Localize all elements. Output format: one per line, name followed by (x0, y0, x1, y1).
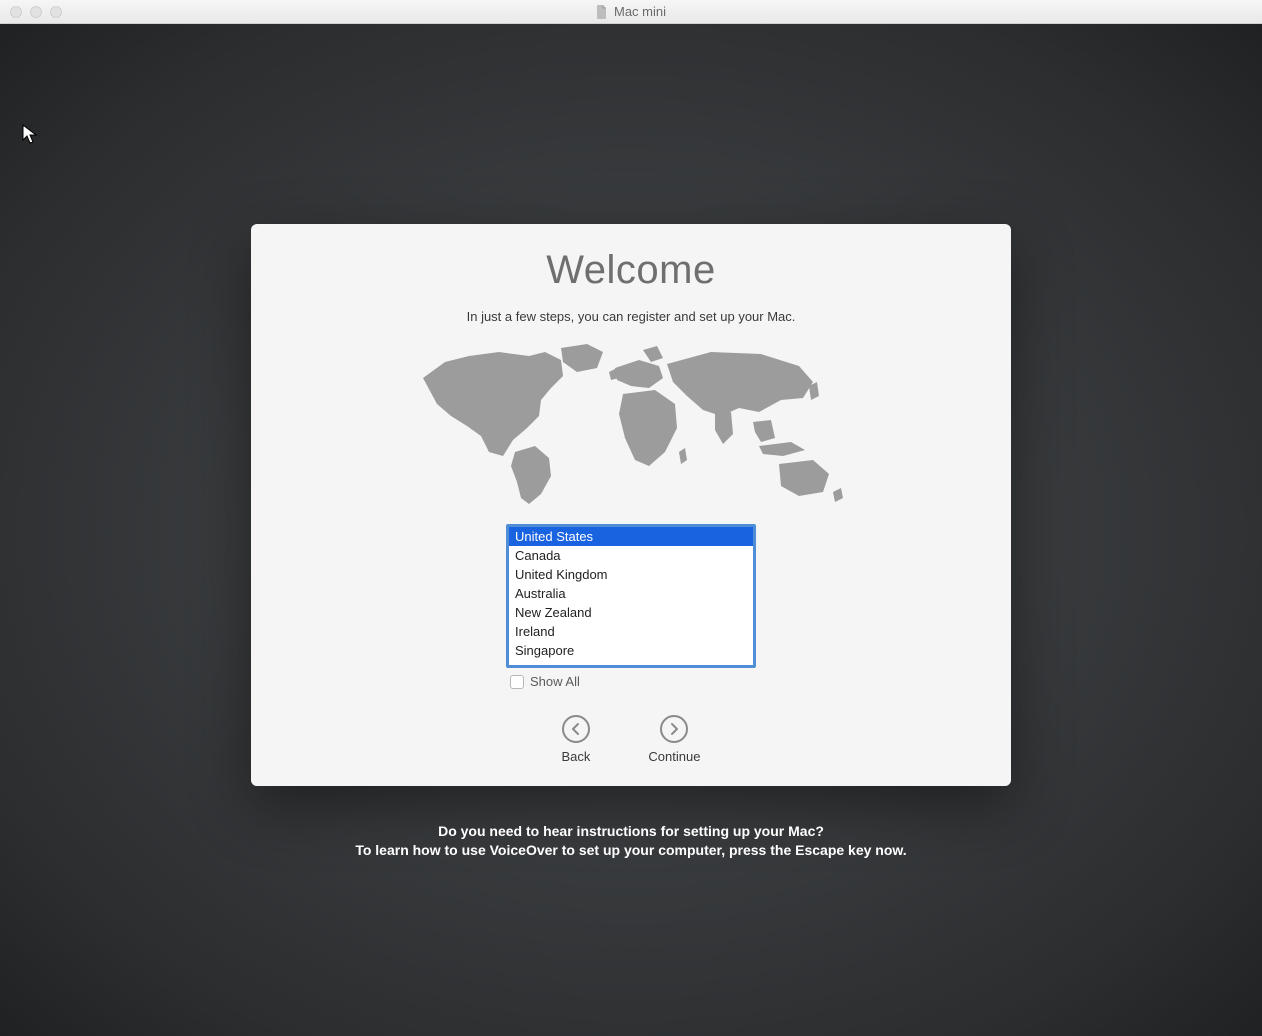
world-map-icon (411, 342, 851, 512)
country-option[interactable]: United Kingdom (509, 565, 753, 584)
cursor-icon (22, 124, 38, 146)
country-option[interactable]: Ireland (509, 622, 753, 641)
country-option[interactable]: Canada (509, 546, 753, 565)
panel-subtitle: In just a few steps, you can register an… (467, 309, 796, 324)
continue-label: Continue (648, 749, 700, 764)
panel-heading: Welcome (546, 248, 715, 293)
minimize-icon[interactable] (30, 6, 42, 18)
window-controls (0, 6, 62, 18)
country-listbox[interactable]: United StatesCanadaUnited KingdomAustral… (506, 524, 756, 668)
window-titlebar: Mac mini (0, 0, 1262, 24)
back-label: Back (562, 749, 591, 764)
setup-panel: Welcome In just a few steps, you can reg… (251, 224, 1011, 786)
back-button[interactable]: Back (562, 715, 591, 764)
close-icon[interactable] (10, 6, 22, 18)
country-option[interactable]: United States (509, 527, 753, 546)
window-title: Mac mini (614, 4, 666, 19)
show-all-label: Show All (530, 674, 580, 689)
hint-line1: Do you need to hear instructions for set… (438, 823, 824, 839)
country-option[interactable]: New Zealand (509, 603, 753, 622)
country-option[interactable]: Australia (509, 584, 753, 603)
document-icon (596, 5, 608, 19)
continue-button[interactable]: Continue (648, 715, 700, 764)
hint-line2: To learn how to use VoiceOver to set up … (355, 841, 906, 860)
country-option[interactable]: Singapore (509, 641, 753, 660)
show-all-checkbox[interactable] (510, 675, 524, 689)
zoom-icon[interactable] (50, 6, 62, 18)
setup-background: Welcome In just a few steps, you can reg… (0, 24, 1262, 1036)
voiceover-hint: Do you need to hear instructions for set… (355, 822, 906, 860)
arrow-right-icon (660, 715, 688, 743)
arrow-left-icon (562, 715, 590, 743)
